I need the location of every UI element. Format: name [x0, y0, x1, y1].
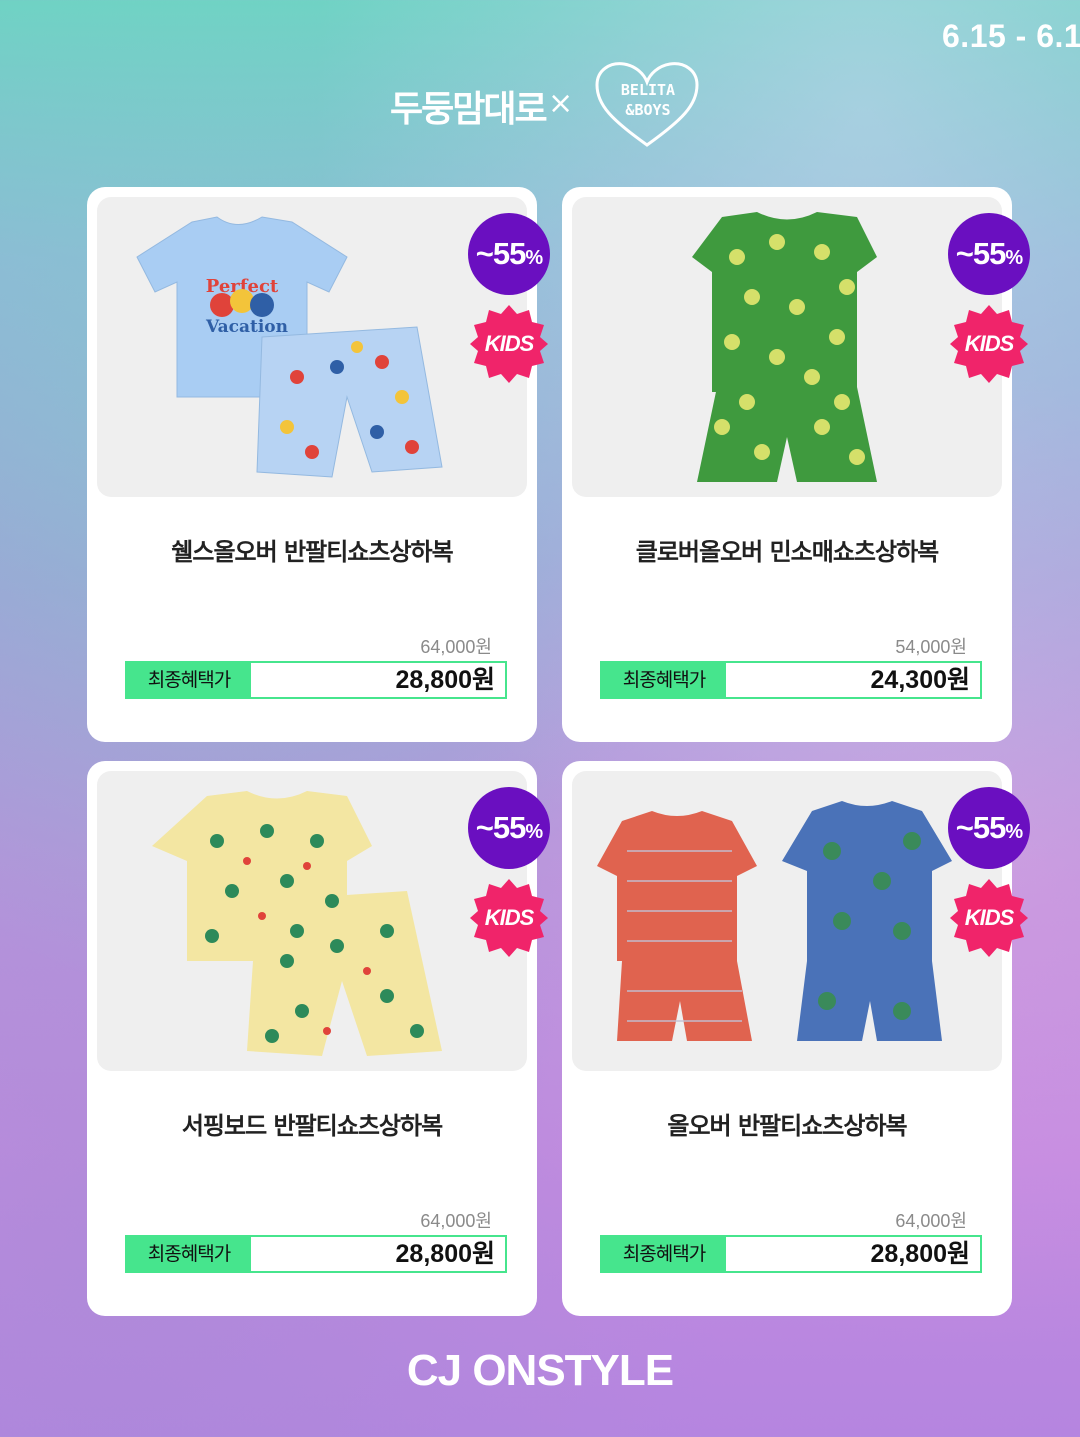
shirt-text-vacation: Vacation	[205, 317, 288, 337]
discount-value: ~55	[955, 810, 1007, 845]
brand-logo-dudungmam: 두둥맘대로	[390, 89, 548, 130]
discount-unit: %	[1005, 821, 1023, 843]
product-name[interactable]: 쉘스올오버 반팔티쇼츠상하복	[87, 532, 537, 567]
collab-x-symbol: ×	[548, 86, 574, 121]
product-illustration-clover-set	[692, 212, 877, 482]
cj-onstyle-logo: CJ ONSTYLE	[406, 1346, 674, 1395]
final-price-box: 최종혜택가 28,800원	[600, 1235, 982, 1273]
brand-belita-line2: &BOYS	[625, 101, 671, 119]
product-illustration-shell-set: Perfect Vacation	[136, 216, 443, 478]
product-card[interactable]: ~55% KIDS 올오버 반팔티쇼츠상하복 64,000원 최종혜택가 28,…	[562, 761, 1030, 1316]
final-price-value: 24,300원	[870, 666, 970, 694]
discount-badge: ~55%	[468, 213, 550, 295]
product-illustration-surfboard-set	[152, 791, 442, 1056]
event-date-range: 6.15 - 6.18	[942, 18, 1080, 54]
kids-badge-label: KIDS	[484, 331, 535, 356]
final-price-label: 최종혜택가	[127, 663, 251, 697]
brand-belita-line1: BELITA	[620, 81, 676, 99]
product-card[interactable]: ~55% KIDS 클로버올오버 민소매쇼츠상하복 54,000원 최종혜택가 …	[562, 187, 1030, 742]
final-price-label: 최종혜택가	[127, 1237, 251, 1271]
product-card[interactable]: Perfect Vacation ~55% KIDS 쉘스올오버 반팔티쇼츠상하…	[87, 187, 550, 742]
product-illustration-allover-set	[597, 801, 952, 1041]
kids-badge: KIDS	[470, 305, 548, 383]
discount-badge: ~55%	[468, 787, 550, 869]
discount-unit: %	[525, 247, 543, 269]
original-price: 54,000원	[895, 637, 967, 657]
discount-unit: %	[525, 821, 543, 843]
kids-badge: KIDS	[470, 879, 548, 957]
product-image[interactable]	[572, 197, 1002, 497]
discount-unit: %	[1005, 247, 1023, 269]
original-price: 64,000원	[420, 637, 492, 657]
kids-badge: KIDS	[950, 305, 1028, 383]
product-image[interactable]	[572, 771, 1002, 1071]
discount-value: ~55	[475, 236, 527, 271]
final-price-value: 28,800원	[395, 1240, 495, 1268]
discount-value: ~55	[475, 810, 527, 845]
brand-collab-logo: 두둥맘대로 × BELITA &BOYS	[390, 60, 710, 150]
final-price-value: 28,800원	[870, 1240, 970, 1268]
kids-badge-label: KIDS	[964, 905, 1015, 930]
discount-badge: ~55%	[948, 787, 1030, 869]
original-price: 64,000원	[420, 1211, 492, 1231]
final-price-value: 28,800원	[395, 666, 495, 694]
product-name[interactable]: 서핑보드 반팔티쇼츠상하복	[87, 1106, 537, 1141]
brand-logo-belita: BELITA &BOYS	[608, 80, 688, 120]
final-price-box: 최종혜택가 28,800원	[125, 661, 507, 699]
discount-value: ~55	[955, 236, 1007, 271]
kids-badge: KIDS	[950, 879, 1028, 957]
final-price-box: 최종혜택가 28,800원	[125, 1235, 507, 1273]
product-card[interactable]: ~55% KIDS 서핑보드 반팔티쇼츠상하복 64,000원 최종혜택가 28…	[87, 761, 550, 1316]
product-image[interactable]: Perfect Vacation	[97, 197, 527, 497]
discount-badge: ~55%	[948, 213, 1030, 295]
product-image[interactable]	[97, 771, 527, 1071]
final-price-label: 최종혜택가	[602, 663, 726, 697]
kids-badge-label: KIDS	[484, 905, 535, 930]
product-name[interactable]: 클로버올오버 민소매쇼츠상하복	[562, 532, 1012, 567]
final-price-box: 최종혜택가 24,300원	[600, 661, 982, 699]
final-price-label: 최종혜택가	[602, 1237, 726, 1271]
product-name[interactable]: 올오버 반팔티쇼츠상하복	[562, 1106, 1012, 1141]
original-price: 64,000원	[895, 1211, 967, 1231]
kids-badge-label: KIDS	[964, 331, 1015, 356]
